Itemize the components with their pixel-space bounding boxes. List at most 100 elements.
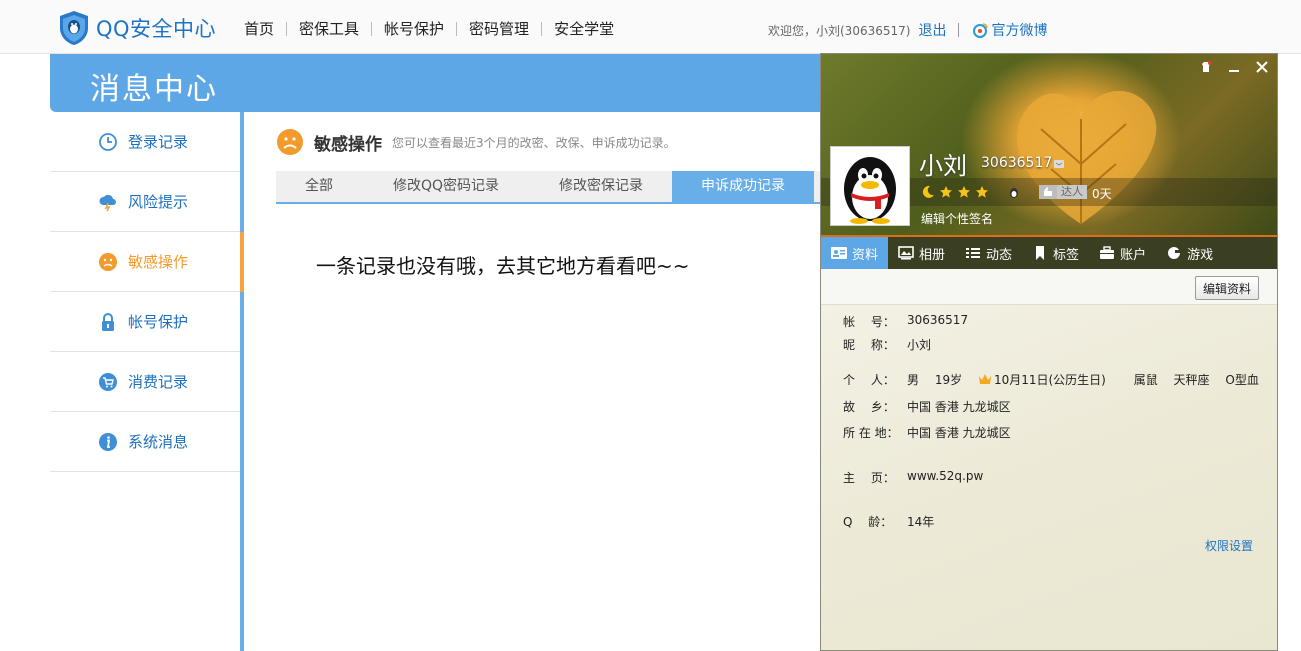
tab-label: 资料 bbox=[852, 247, 879, 263]
profile-tabs: 资料 相册 动态 标签 账户 游戏 bbox=[821, 235, 1277, 269]
tab-label: 标签 bbox=[1053, 247, 1080, 263]
profile-nickname: 小刘 bbox=[919, 152, 967, 180]
sidebar-item-risk-alerts[interactable]: 风险提示 bbox=[50, 172, 240, 232]
edit-signature-link[interactable]: 编辑个性签名 bbox=[921, 210, 993, 227]
info-row-account: 帐 号： 30636517 bbox=[843, 313, 968, 330]
info-value: 小刘 bbox=[907, 338, 932, 352]
lock-icon bbox=[98, 312, 118, 332]
tab-label: 账户 bbox=[1120, 247, 1147, 263]
section-header: 敏感操作 您可以查看最近3个月的改密、改保、申诉成功记录。 bbox=[276, 128, 676, 156]
tab-label: 游戏 bbox=[1187, 247, 1214, 263]
shield-logo-icon bbox=[60, 11, 88, 45]
tab-label: 相册 bbox=[919, 247, 946, 263]
info-label: Q 龄： bbox=[843, 515, 893, 529]
sidebar-item-label: 登录记录 bbox=[128, 133, 189, 151]
birthday-text: 10月11日(公历生日) bbox=[993, 373, 1106, 387]
info-row-homepage: 主 页： www.52q.pw bbox=[843, 469, 983, 486]
game-icon bbox=[1168, 247, 1181, 259]
star-icon bbox=[976, 186, 988, 198]
close-icon[interactable] bbox=[1255, 60, 1269, 74]
tab-qq-password-records[interactable]: 修改QQ密码记录 bbox=[362, 171, 530, 202]
penguin-small-icon[interactable] bbox=[1007, 185, 1021, 199]
cloud-lightning-icon bbox=[98, 192, 118, 212]
sidebar: 登录记录 风险提示 敏感操作 帐号保护 消费记录 系统消息 bbox=[50, 112, 244, 651]
sidebar-item-label: 消费记录 bbox=[128, 373, 189, 391]
bookmark-icon bbox=[1036, 246, 1045, 260]
qq-profile-panel: 小刘 30636517 达人 0天 编辑个性签名 资料 相册 动态 标签 账户 bbox=[820, 53, 1278, 651]
qq-level-icon[interactable] bbox=[1053, 158, 1065, 170]
tab-feed[interactable]: 动态 bbox=[955, 237, 1022, 269]
minimize-icon[interactable] bbox=[1227, 60, 1241, 74]
profile-toolbar: 编辑资料 bbox=[821, 269, 1277, 305]
birthday-value: 10月11日(公历生日) bbox=[978, 373, 1118, 387]
sidebar-item-account-protection[interactable]: 帐号保护 bbox=[50, 292, 240, 352]
id-card-icon bbox=[831, 247, 847, 259]
tab-appeal-success-records[interactable]: 申诉成功记录 bbox=[672, 171, 814, 202]
tab-security-records[interactable]: 修改密保记录 bbox=[530, 171, 672, 202]
info-label: 所 在 地： bbox=[843, 426, 899, 440]
info-icon bbox=[98, 432, 118, 452]
avatar[interactable] bbox=[830, 146, 910, 226]
sidebar-item-label: 风险提示 bbox=[128, 193, 189, 211]
thumb-icon bbox=[1039, 185, 1057, 199]
sidebar-item-login-records[interactable]: 登录记录 bbox=[50, 112, 240, 172]
info-value: 中国 香港 九龙城区 bbox=[907, 400, 1011, 414]
info-label: 个 人： bbox=[843, 373, 895, 387]
tab-label: 动态 bbox=[986, 247, 1013, 263]
tab-album[interactable]: 相册 bbox=[888, 237, 955, 269]
info-value: 30636517 bbox=[907, 313, 969, 327]
list-icon bbox=[966, 248, 981, 258]
record-tabs: 全部 修改QQ密码记录 修改密保记录 申诉成功记录 bbox=[276, 171, 821, 204]
nav-security-tools[interactable]: 密保工具 bbox=[287, 18, 371, 39]
user-area-separator bbox=[958, 23, 960, 37]
sidebar-item-label: 帐号保护 bbox=[128, 313, 189, 331]
top-bar: QQ安全中心 首页 密保工具 帐号保护 密码管理 安全学堂 欢迎您，小刘(306… bbox=[0, 0, 1301, 54]
star-icon bbox=[940, 186, 952, 198]
sidebar-item-system-messages[interactable]: 系统消息 bbox=[50, 412, 240, 472]
sidebar-item-sensitive-operations[interactable]: 敏感操作 bbox=[50, 232, 244, 292]
profile-info: 帐 号： 30636517 昵 称： 小刘 个 人： 男 19岁 10月11日(… bbox=[821, 305, 1277, 650]
face-icon bbox=[277, 129, 303, 155]
page-title: 消息中心 bbox=[90, 72, 218, 107]
logout-link[interactable]: 退出 bbox=[918, 20, 946, 40]
tab-tags[interactable]: 标签 bbox=[1022, 237, 1089, 269]
tab-all[interactable]: 全部 bbox=[276, 171, 362, 202]
blood-type-value: O型血 bbox=[1225, 373, 1259, 387]
official-weibo-link[interactable]: 官方微博 bbox=[991, 20, 1047, 40]
constellation-value: 天秤座 bbox=[1173, 373, 1210, 387]
talent-badge[interactable]: 达人 bbox=[1039, 185, 1087, 199]
homepage-link[interactable]: www.52q.pw bbox=[907, 469, 983, 486]
nav-security-school[interactable]: 安全学堂 bbox=[542, 18, 626, 39]
tab-profile-info[interactable]: 资料 bbox=[821, 237, 889, 269]
page-banner: 消息中心 bbox=[50, 54, 840, 112]
nav-account-protection[interactable]: 帐号保护 bbox=[372, 18, 456, 39]
info-label: 主 页： bbox=[843, 471, 895, 485]
sidebar-item-consumption-records[interactable]: 消费记录 bbox=[50, 352, 240, 412]
nav-password-management[interactable]: 密码管理 bbox=[457, 18, 541, 39]
info-label: 帐 号： bbox=[843, 315, 895, 329]
leaf-cover-image bbox=[1017, 90, 1157, 225]
user-area: 欢迎您，小刘(30636517) 退出 官方微博 bbox=[768, 20, 1047, 40]
section-subtitle: 您可以查看最近3个月的改密、改保、申诉成功记录。 bbox=[392, 135, 676, 150]
edit-profile-button[interactable]: 编辑资料 bbox=[1194, 276, 1259, 300]
active-days: 0天 bbox=[1092, 187, 1112, 201]
briefcase-icon bbox=[1100, 246, 1115, 259]
qq-security-logo[interactable]: QQ安全中心 bbox=[58, 10, 216, 46]
cart-icon bbox=[98, 372, 118, 392]
skin-icon[interactable] bbox=[1199, 60, 1213, 74]
weibo-icon[interactable] bbox=[971, 21, 989, 39]
tab-games[interactable]: 游戏 bbox=[1156, 237, 1223, 269]
nav-home[interactable]: 首页 bbox=[232, 18, 286, 39]
window-controls bbox=[1199, 60, 1269, 74]
penguin-avatar-icon bbox=[844, 157, 896, 224]
info-value: 男 19岁 10月11日(公历生日) 属鼠 天秤座 O型血 bbox=[907, 371, 1271, 388]
zodiac-value: 属鼠 bbox=[1133, 373, 1158, 387]
empty-state-message: 一条记录也没有哦，去其它地方看看吧~~ bbox=[316, 254, 690, 278]
welcome-text: 欢迎您，小刘(30636517) bbox=[768, 23, 911, 38]
permission-settings-link[interactable]: 权限设置 bbox=[1205, 537, 1253, 554]
talent-label: 达人 bbox=[1057, 185, 1087, 199]
tab-account[interactable]: 账户 bbox=[1089, 237, 1156, 269]
gender-value: 男 bbox=[907, 373, 920, 387]
info-row-personal: 个 人： 男 19岁 10月11日(公历生日) 属鼠 天秤座 O型血 bbox=[843, 371, 1271, 388]
age-value: 19岁 bbox=[934, 373, 963, 387]
